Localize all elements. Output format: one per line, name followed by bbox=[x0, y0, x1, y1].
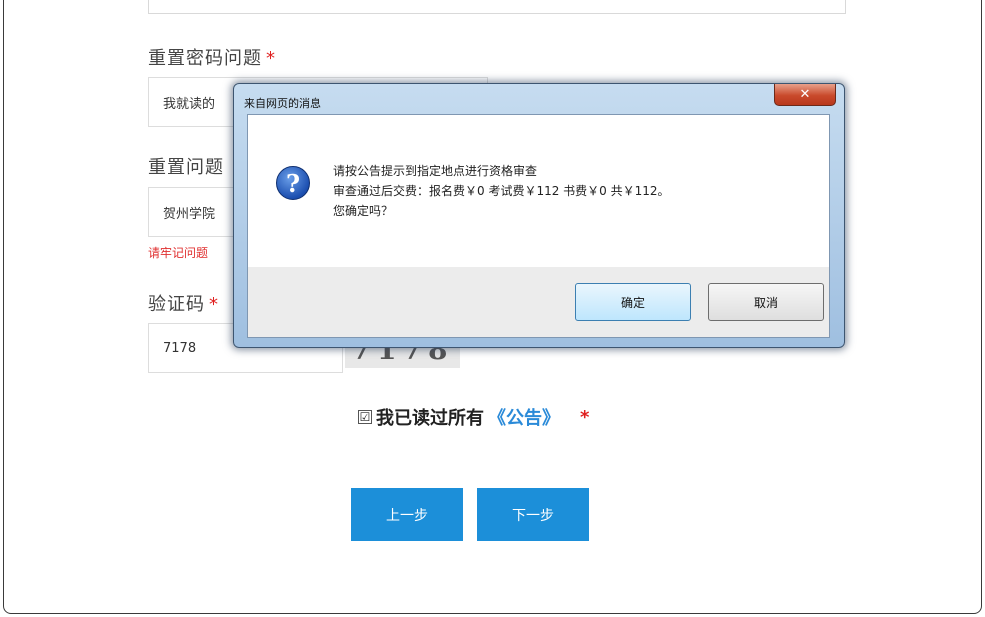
hint-text: 请牢记问题 bbox=[148, 246, 209, 260]
reset-question-value: 我就读的 bbox=[163, 96, 216, 112]
reset-answer-label: 重置问题 bbox=[148, 157, 224, 178]
required-mark: * bbox=[266, 48, 276, 69]
reset-answer-value: 贺州学院 bbox=[163, 206, 216, 222]
dialog-message-line: 审查通过后交费：报名费￥0 考试费￥112 书费￥0 共￥112。 bbox=[333, 184, 670, 198]
dialog-button-area: 确定 取消 bbox=[248, 267, 829, 337]
ok-button[interactable]: 确定 bbox=[575, 283, 691, 321]
previous-input-field[interactable] bbox=[148, 0, 846, 14]
captcha-value: 7178 bbox=[163, 340, 197, 356]
next-step-button[interactable]: 下一步 bbox=[477, 488, 589, 541]
dialog-body: ? 请按公告提示到指定地点进行资格审查 审查通过后交费：报名费￥0 考试费￥11… bbox=[247, 114, 830, 338]
dialog-message-line: 请按公告提示到指定地点进行资格审查 bbox=[333, 164, 538, 178]
agree-checkbox[interactable]: ☑ bbox=[358, 410, 372, 424]
message-dialog: 来自网页的消息 ✕ ? 请按公告提示到指定地点进行资格审查 审查通过后交费：报名… bbox=[233, 83, 845, 348]
reset-question-label: 重置密码问题 * bbox=[148, 48, 276, 69]
captcha-label: 验证码 * bbox=[148, 294, 219, 315]
prev-step-button[interactable]: 上一步 bbox=[351, 488, 463, 541]
required-mark: * bbox=[580, 406, 590, 428]
notice-link[interactable]: 《公告》 bbox=[488, 404, 560, 430]
cancel-button[interactable]: 取消 bbox=[708, 283, 824, 321]
dialog-message-line: 您确定吗？ bbox=[333, 204, 394, 218]
agree-row: ☑ 我已读过所有 《公告》 * bbox=[358, 404, 589, 430]
agree-text: 我已读过所有 bbox=[376, 408, 484, 429]
close-icon[interactable]: ✕ bbox=[774, 84, 836, 106]
dialog-title: 来自网页的消息 bbox=[244, 97, 321, 110]
dialog-message-area: ? 请按公告提示到指定地点进行资格审查 审查通过后交费：报名费￥0 考试费￥11… bbox=[248, 115, 829, 267]
question-icon: ? bbox=[276, 166, 310, 200]
required-mark: * bbox=[209, 294, 219, 315]
dialog-message: 请按公告提示到指定地点进行资格审查 审查通过后交费：报名费￥0 考试费￥112 … bbox=[333, 161, 670, 221]
